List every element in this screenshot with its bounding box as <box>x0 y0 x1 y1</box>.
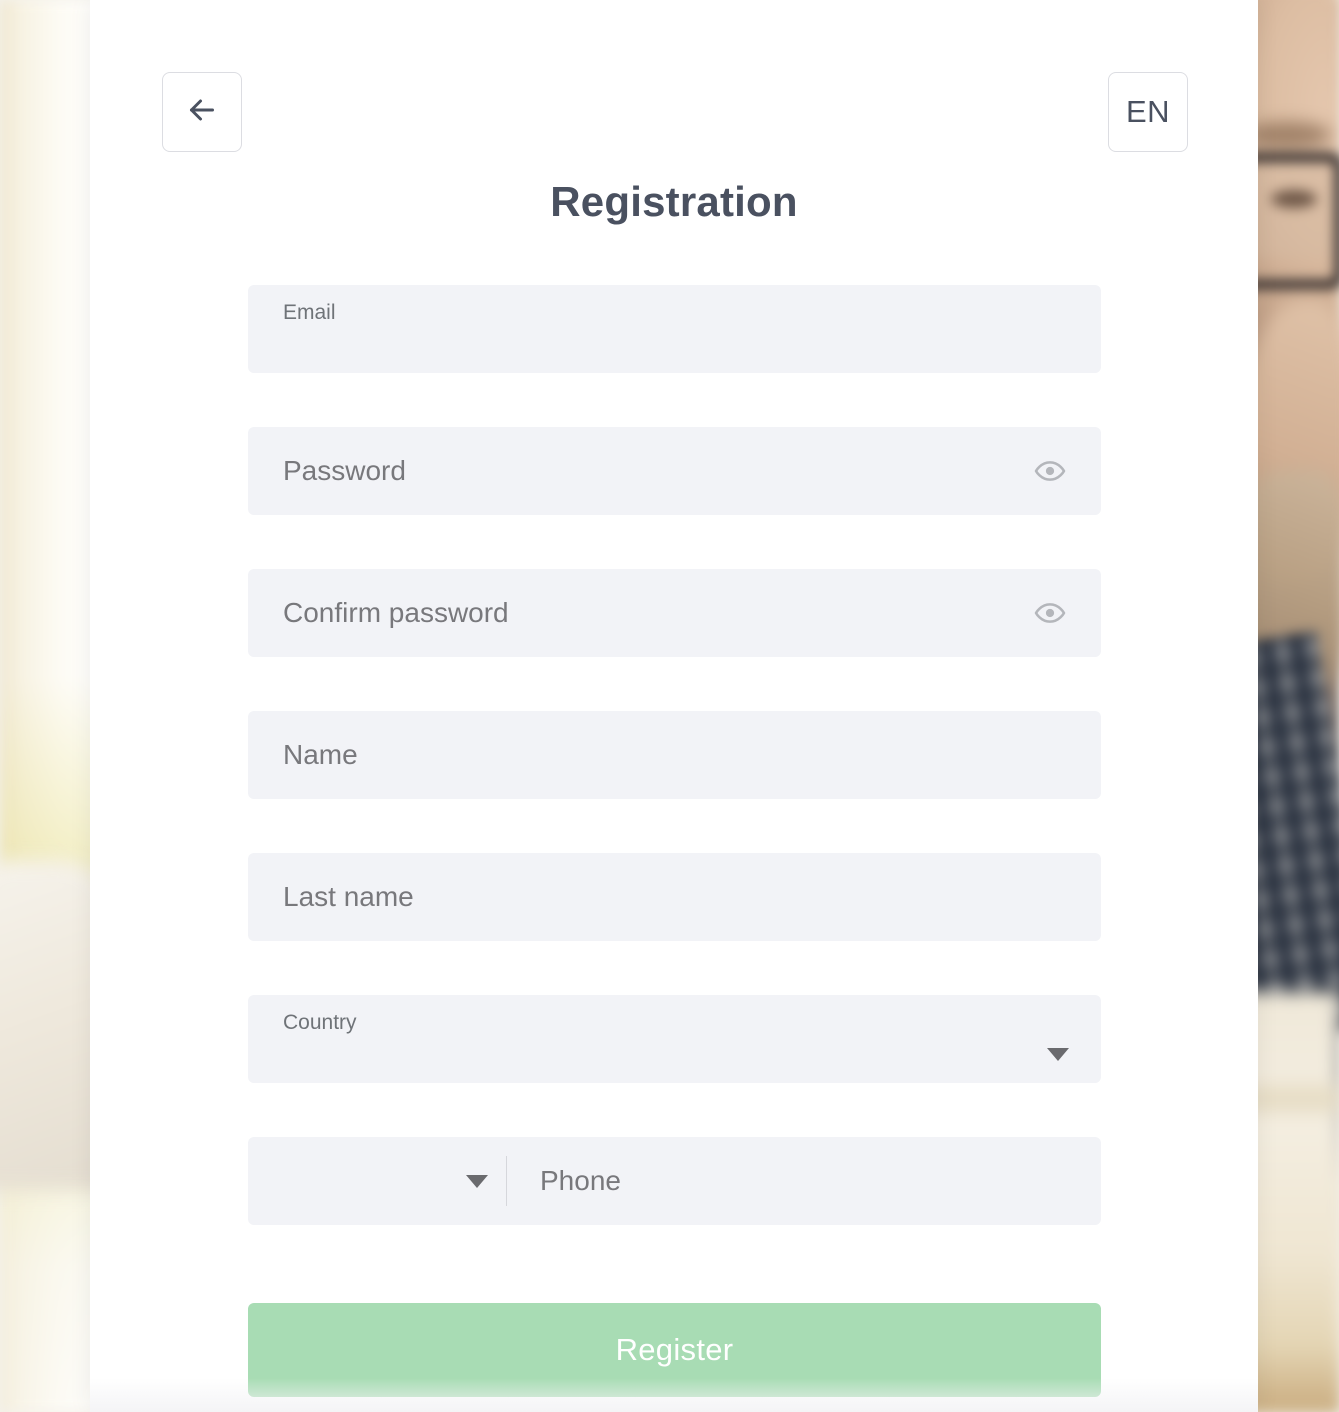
eye-icon[interactable] <box>1033 596 1067 630</box>
country-select-label: Country <box>283 1011 357 1034</box>
back-button[interactable] <box>162 72 242 152</box>
email-field-label: Email <box>283 301 336 324</box>
chevron-down-icon[interactable] <box>1047 1048 1069 1061</box>
phone-country-code-select[interactable] <box>248 1137 506 1225</box>
phone-field-row: Phone <box>248 1137 1101 1225</box>
first-name-field[interactable]: Name <box>248 711 1101 799</box>
confirm-password-field-label: Confirm password <box>283 597 509 628</box>
register-button-label: Register <box>615 1332 734 1367</box>
password-field-label: Password <box>283 455 406 486</box>
last-name-field[interactable]: Last name <box>248 853 1101 941</box>
country-select[interactable]: Country <box>248 995 1101 1083</box>
register-button[interactable]: Register <box>248 1303 1101 1397</box>
first-name-field-label: Name <box>283 739 358 770</box>
registration-screen: EN Registration Email Password Confirm p… <box>0 0 1339 1412</box>
last-name-field-label: Last name <box>283 881 414 912</box>
chevron-down-icon <box>466 1174 488 1188</box>
registration-form: Email Password Confirm password Name Las… <box>248 285 1101 1397</box>
language-label: EN <box>1125 94 1171 129</box>
language-switch-button[interactable]: EN <box>1108 72 1188 152</box>
arrow-left-icon <box>184 92 220 133</box>
background-eye <box>1271 190 1317 208</box>
phone-number-input[interactable]: Phone <box>507 1137 1101 1225</box>
password-field[interactable]: Password <box>248 427 1101 515</box>
registration-card: EN Registration Email Password Confirm p… <box>90 0 1258 1412</box>
email-field[interactable]: Email <box>248 285 1101 373</box>
confirm-password-field[interactable]: Confirm password <box>248 569 1101 657</box>
page-title: Registration <box>550 178 798 225</box>
phone-field-label: Phone <box>540 1165 621 1196</box>
eye-icon[interactable] <box>1033 454 1067 488</box>
